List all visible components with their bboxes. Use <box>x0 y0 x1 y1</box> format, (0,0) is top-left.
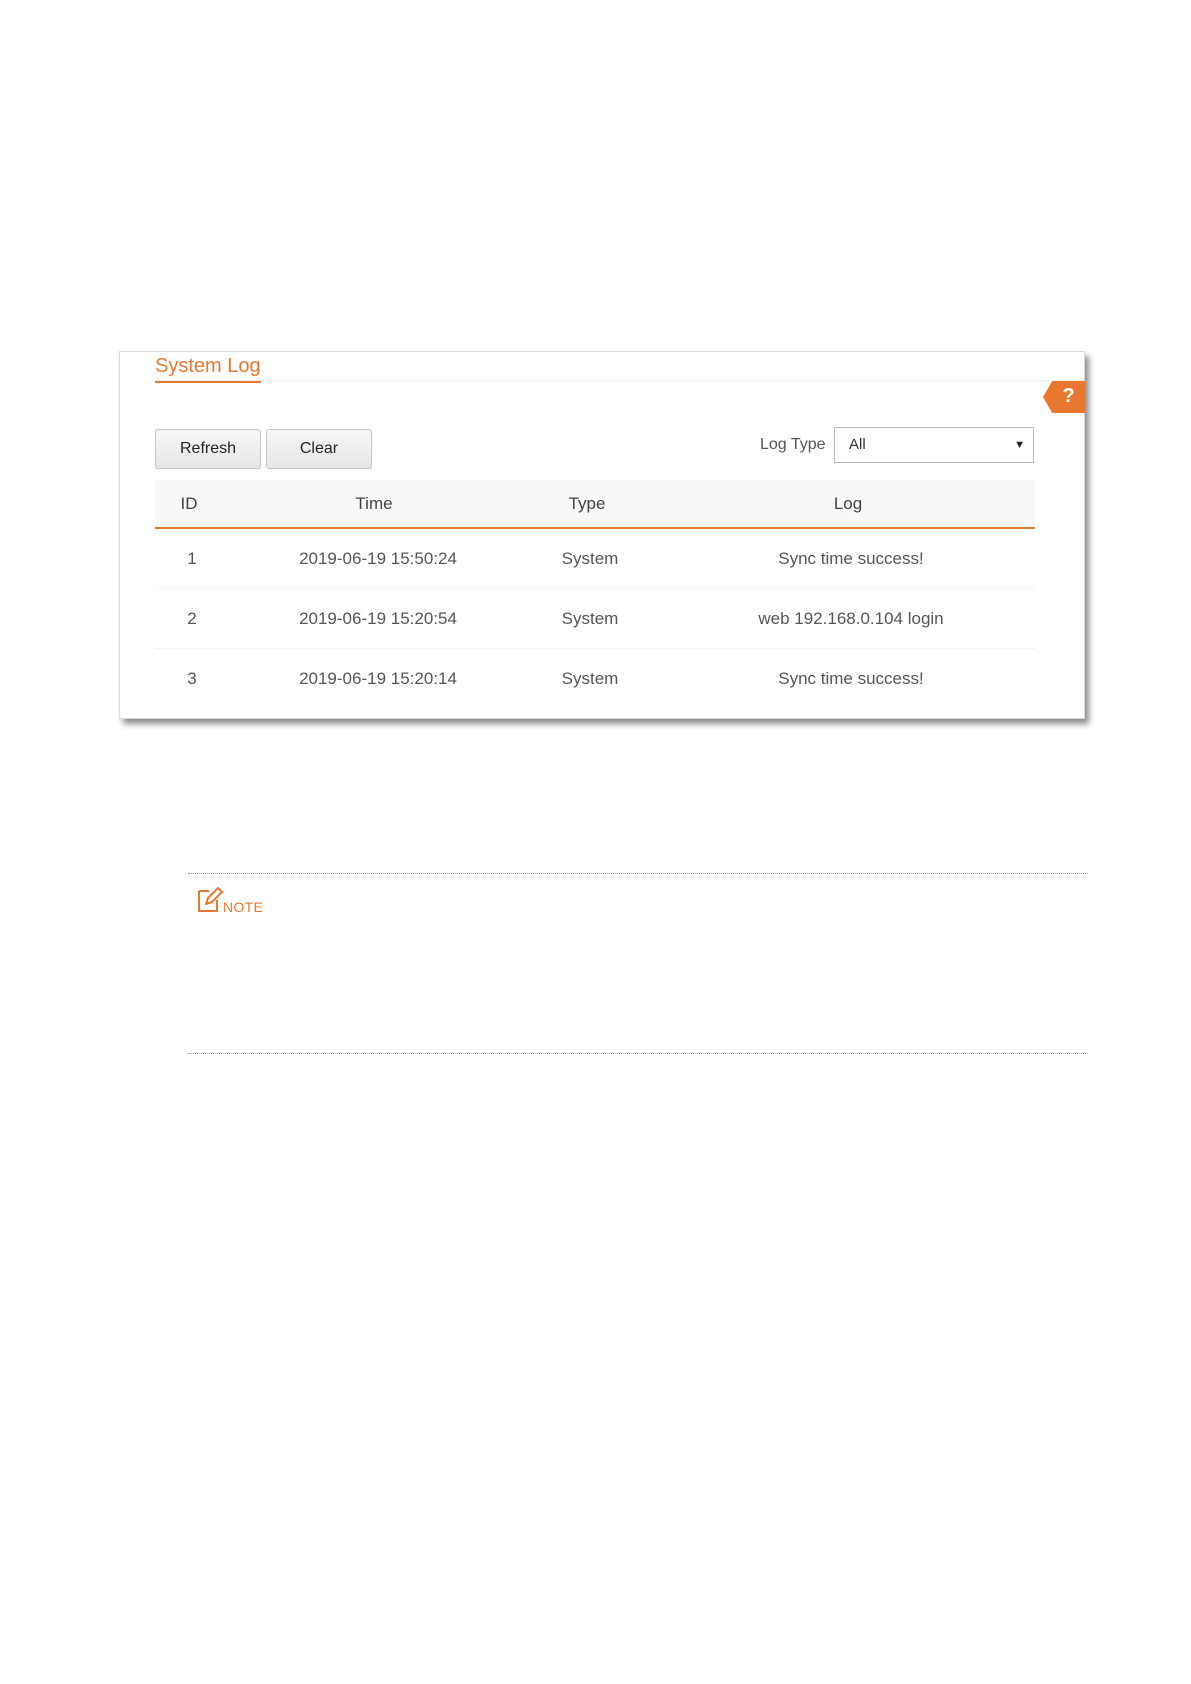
note-bottom-divider <box>188 1053 1088 1054</box>
row-type: System <box>561 669 619 688</box>
table-row: 1 2019-06-19 15:50:24 System Sync time s… <box>155 529 1035 589</box>
log-type-select[interactable]: All ▼ <box>834 427 1034 463</box>
note-label: NOTE <box>223 899 264 915</box>
clear-button[interactable]: Clear <box>266 429 372 469</box>
row-id: 3 <box>187 669 197 688</box>
row-type: System <box>561 549 619 568</box>
row-time: 2019-06-19 15:20:54 <box>299 609 457 628</box>
row-log: Sync time success! <box>778 549 924 568</box>
refresh-button[interactable]: Refresh <box>155 429 261 469</box>
row-time: 2019-06-19 15:50:24 <box>299 549 457 568</box>
column-header-id: ID <box>180 494 198 513</box>
row-log: web 192.168.0.104 login <box>758 609 944 628</box>
row-type: System <box>561 609 619 628</box>
table-row: 2 2019-06-19 15:20:54 System web 192.168… <box>155 589 1035 649</box>
note-top-divider <box>188 873 1088 874</box>
row-id: 2 <box>187 609 197 628</box>
help-button[interactable]: ? <box>1043 381 1085 413</box>
note-edit-icon <box>198 887 223 912</box>
chevron-down-icon: ▼ <box>1014 439 1025 451</box>
column-header-time: Time <box>355 494 393 513</box>
system-log-screenshot: System Log ? Refresh Clear Log Type All … <box>119 351 1085 719</box>
row-log: Sync time success! <box>778 669 924 688</box>
log-type-label: Log Type <box>760 436 826 453</box>
log-type-selected-value: All <box>849 436 866 453</box>
page-title: System Log <box>155 354 261 383</box>
title-divider <box>155 380 1084 381</box>
column-header-log: Log <box>833 494 863 513</box>
column-header-type: Type <box>568 494 606 513</box>
table-row: 3 2019-06-19 15:20:14 System Sync time s… <box>155 649 1035 708</box>
table-header: ID Time Type Log <box>155 480 1035 529</box>
row-id: 1 <box>187 549 197 568</box>
row-time: 2019-06-19 15:20:14 <box>299 669 457 688</box>
